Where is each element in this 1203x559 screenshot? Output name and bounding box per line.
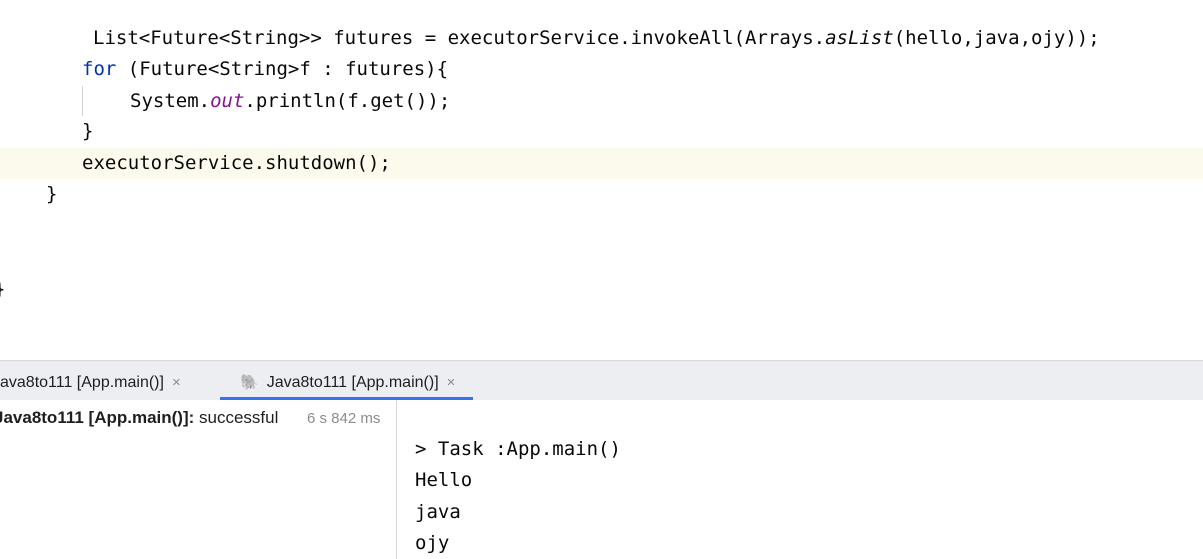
run-tree-pane: Java8to111 [App.main()]: successful 6 s … <box>0 400 397 559</box>
console-output[interactable]: > Task :App.main() Hello java ojy <box>397 400 1203 559</box>
code-text: (Future<String>f : futures){ <box>116 58 449 80</box>
console-line: > Task :App.main() <box>415 438 621 460</box>
code-line-2: for (Future<String>f : futures){ <box>82 54 448 85</box>
run-tab-bar: Java8to111 [App.main()] × 🐘 Java8to111 [Ap… <box>0 360 1203 400</box>
code-line-4: } <box>82 120 94 142</box>
code-line-6: } <box>46 183 58 205</box>
code-line-7: } <box>0 274 5 305</box>
run-tab-1[interactable]: Java8to111 [App.main()] × <box>0 361 181 400</box>
code-line-5-current: executorService.shutdown(); <box>0 148 1203 179</box>
console-line: java <box>415 501 461 523</box>
code-line-1: List<Future<String>> futures = executorS… <box>93 23 1100 54</box>
indent-guide <box>82 86 83 116</box>
run-name: Java8to111 [App.main()]: <box>0 408 195 427</box>
close-icon[interactable]: × <box>447 374 456 391</box>
code-line-3: System.out.println(f.get()); <box>130 86 450 117</box>
code-keyword: for <box>82 58 117 80</box>
tab-label: Java8to111 [App.main()] <box>266 374 439 391</box>
code-text: System. <box>130 90 211 112</box>
code-text: List<Future<String>> futures = executorS… <box>93 27 826 49</box>
console-line: ojy <box>415 532 450 554</box>
close-icon[interactable]: × <box>172 374 181 391</box>
code-text: executorService.shutdown(); <box>82 152 391 174</box>
code-text: (hello,java,ojy)); <box>893 27 1100 49</box>
code-static-field: out <box>210 90 245 112</box>
console-line: Hello <box>415 469 473 491</box>
run-tree-item[interactable]: Java8to111 [App.main()]: successful <box>0 408 278 428</box>
run-tab-2-active[interactable]: 🐘 Java8to111 [App.main()] × <box>220 361 474 400</box>
tab-label: Java8to111 [App.main()] <box>0 374 164 391</box>
code-editor[interactable]: List<Future<String>> futures = executorS… <box>0 0 1203 360</box>
code-static-method: asList <box>825 27 894 49</box>
run-duration: 6 s 842 ms <box>307 410 381 427</box>
code-text: .println(f.get()); <box>244 90 451 112</box>
gradle-elephant-icon: 🐘 <box>240 374 259 391</box>
run-status: successful <box>194 408 279 427</box>
